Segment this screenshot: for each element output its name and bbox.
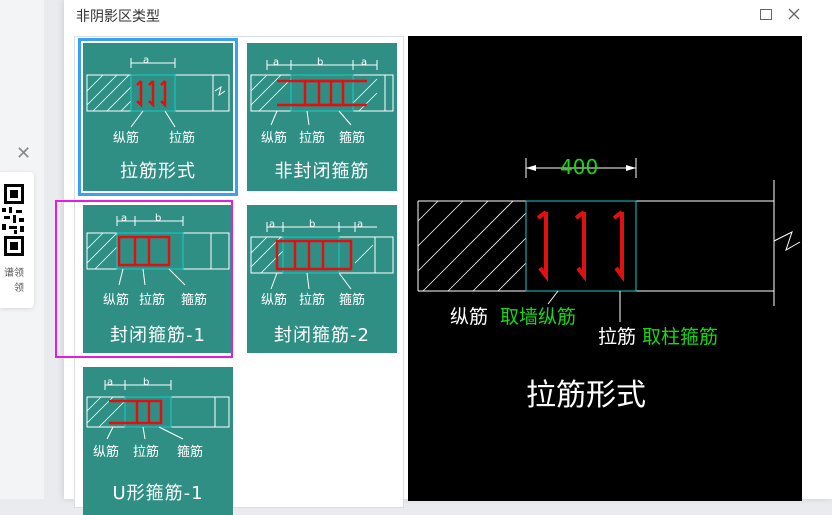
tile-note-tie: 拉筋: [133, 445, 160, 460]
qr-caption-line2: 领: [14, 283, 24, 294]
maximize-icon: [760, 8, 772, 20]
close-icon[interactable]: ✕: [16, 143, 31, 164]
tile-label: 非封闭箍筋: [274, 161, 370, 182]
tile-dim-label: a: [269, 219, 276, 230]
preview-caption: 拉筋形式: [526, 378, 646, 413]
tile-note-tie: 拉筋: [299, 131, 326, 146]
tile-dim-label: a: [361, 57, 368, 68]
tile-label: 封闭箍筋-2: [274, 325, 370, 346]
tile-note-tie: 拉筋: [299, 293, 326, 308]
tile-dim-label: a: [273, 57, 280, 68]
preview-rebar-label: 纵筋: [450, 306, 489, 328]
preview-tie-label: 拉筋: [598, 326, 637, 348]
title-bar: 非阴影区类型: [64, 0, 832, 30]
preview-diagram: [417, 158, 801, 322]
tile-note-rebar: 纵筋: [261, 131, 288, 146]
tile-note-rebar: 纵筋: [261, 293, 288, 308]
tile-note-tie: 拉筋: [169, 131, 196, 146]
tile-note-stirrup: 箍筋: [177, 445, 204, 460]
qr-caption-line1: 谱领: [4, 268, 24, 279]
side-panel: ✕ 谱领 领: [0, 0, 44, 499]
qr-card[interactable]: 谱领 领: [0, 172, 34, 308]
preview-dimension: 400: [560, 155, 599, 179]
tile-note-stirrup: 箍筋: [339, 131, 366, 146]
preview-rebar-value: 取墙纵筋: [500, 306, 577, 328]
tile-dim-label: b: [309, 219, 316, 230]
tile-note-rebar: 纵筋: [93, 445, 120, 460]
tile-dim-label: a: [357, 219, 364, 230]
qr-caption: 谱领 领: [0, 266, 24, 296]
maximize-button[interactable]: [756, 4, 776, 24]
tile-dim-label: a: [107, 377, 114, 388]
highlight-frame: [55, 200, 233, 358]
tile-label: U形箍筋-1: [112, 483, 204, 504]
close-icon: [788, 8, 800, 20]
dialog-title: 非阴影区类型: [76, 9, 160, 25]
tile-dim-label: b: [317, 57, 324, 68]
tile-dim-label: a: [143, 55, 150, 66]
tile-label: 拉筋形式: [120, 161, 196, 182]
tile-closed-stirrup-2[interactable]: a b a 纵筋 拉筋 箍筋 封闭箍筋-2: [247, 205, 397, 353]
preview-panel: 400 纵筋 取墙纵筋 拉筋 取柱箍筋 拉筋形式: [408, 36, 802, 501]
tile-open-stirrup[interactable]: a b a 纵筋 拉筋 箍筋 非封闭箍筋: [247, 43, 397, 191]
tile-note-stirrup: 箍筋: [339, 293, 366, 308]
tile-note-rebar: 纵筋: [113, 131, 140, 146]
close-button[interactable]: [784, 4, 804, 24]
preview-tie-value: 取柱箍筋: [642, 326, 719, 348]
qr-code-icon: [0, 184, 26, 256]
tile-u-stirrup-1[interactable]: a b 纵筋 拉筋 箍筋 U形箍筋-1: [83, 367, 233, 515]
tile-dim-label: b: [143, 377, 150, 388]
tile-tie-form[interactable]: a 纵筋 拉筋 拉筋形式: [78, 38, 238, 196]
